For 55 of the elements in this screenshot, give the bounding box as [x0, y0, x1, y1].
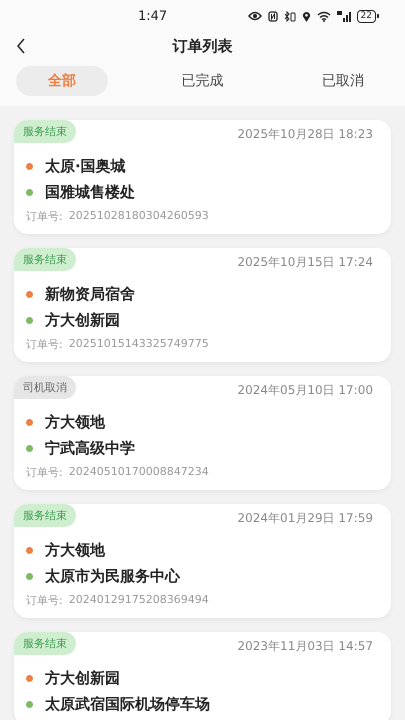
status-tag: 司机取消: [14, 376, 76, 399]
order-number-label: 订单号:: [26, 209, 63, 224]
order-card[interactable]: 服务结束 2024年01月29日 17:59 方大领地 太原市为民服务中心 订单号: 20240129175208369494: [14, 504, 391, 618]
end-location: 太原武宿国际机场停车场: [45, 694, 210, 714]
start-dot: [26, 674, 33, 682]
start-dot: [26, 162, 33, 170]
status-time: 1:47: [138, 8, 168, 24]
filter-tab[interactable]: 已完成: [156, 66, 248, 96]
location-icon: [302, 10, 311, 22]
order-time: 2025年10月28日 18:23: [238, 126, 374, 143]
end-location: 宁武高级中学: [45, 438, 135, 458]
wifi-icon: [316, 10, 331, 22]
order-card[interactable]: 服务结束 2025年10月28日 18:23 太原·国奥城 国雅城售楼处 订单号: 20251028180304260593: [14, 120, 391, 234]
end-dot: [26, 188, 33, 196]
start-dot: [26, 546, 33, 554]
order-card[interactable]: 司机取消 2024年05月10日 17:00 方大领地 宁武高级中学 订单号: 20240510170008847234: [14, 376, 391, 490]
start-location: 太原·国奥城: [45, 156, 126, 176]
start-location: 方大创新园: [45, 668, 120, 688]
eye-icon: [248, 11, 262, 21]
battery-level: 22: [356, 10, 376, 22]
status-tag: 服务结束: [14, 248, 76, 271]
page-title: 订单列表: [172, 36, 232, 56]
order-number: 20240510170008847234: [68, 465, 209, 480]
start-dot: [26, 290, 33, 298]
start-dot: [26, 418, 33, 426]
order-number-label: 订单号:: [26, 465, 63, 480]
status-tag: 服务结束: [14, 120, 76, 143]
order-card[interactable]: 服务结束 2023年11月03日 14:57 方大创新园 太原武宿国际机场停车场: [14, 632, 391, 720]
order-number: 20240129175208369494: [68, 593, 209, 608]
order-number-label: 订单号:: [26, 593, 63, 608]
order-time: 2023年11月03日 14:57: [238, 638, 374, 655]
filter-tab[interactable]: 已取消: [297, 66, 389, 96]
end-dot: [26, 572, 33, 580]
order-time: 2025年10月15日 17:24: [238, 254, 374, 271]
order-card[interactable]: 服务结束 2025年10月15日 17:24 新物资局宿舍 方大创新园 订单号: 20251015143325749775: [14, 248, 391, 362]
end-location: 太原市为民服务中心: [45, 566, 180, 586]
nfc-icon: [268, 10, 278, 22]
order-number: 20251028180304260593: [68, 209, 209, 224]
end-dot: [26, 316, 33, 324]
order-time: 2024年05月10日 17:00: [238, 382, 374, 399]
start-location: 新物资局宿舍: [45, 284, 135, 304]
end-dot: [26, 700, 33, 708]
signal-icon: [336, 10, 351, 22]
start-location: 方大领地: [45, 412, 105, 432]
status-tag: 服务结束: [14, 504, 76, 527]
end-dot: [26, 444, 33, 452]
order-number: 20251015143325749775: [68, 337, 209, 352]
back-icon[interactable]: [16, 38, 26, 54]
bluetooth-icon: [284, 10, 296, 22]
end-location: 方大创新园: [45, 310, 120, 330]
order-time: 2024年01月29日 17:59: [238, 510, 374, 527]
status-tag: 服务结束: [14, 632, 76, 655]
end-location: 国雅城售楼处: [45, 182, 135, 202]
order-number-label: 订单号:: [26, 337, 63, 352]
start-location: 方大领地: [45, 540, 105, 560]
